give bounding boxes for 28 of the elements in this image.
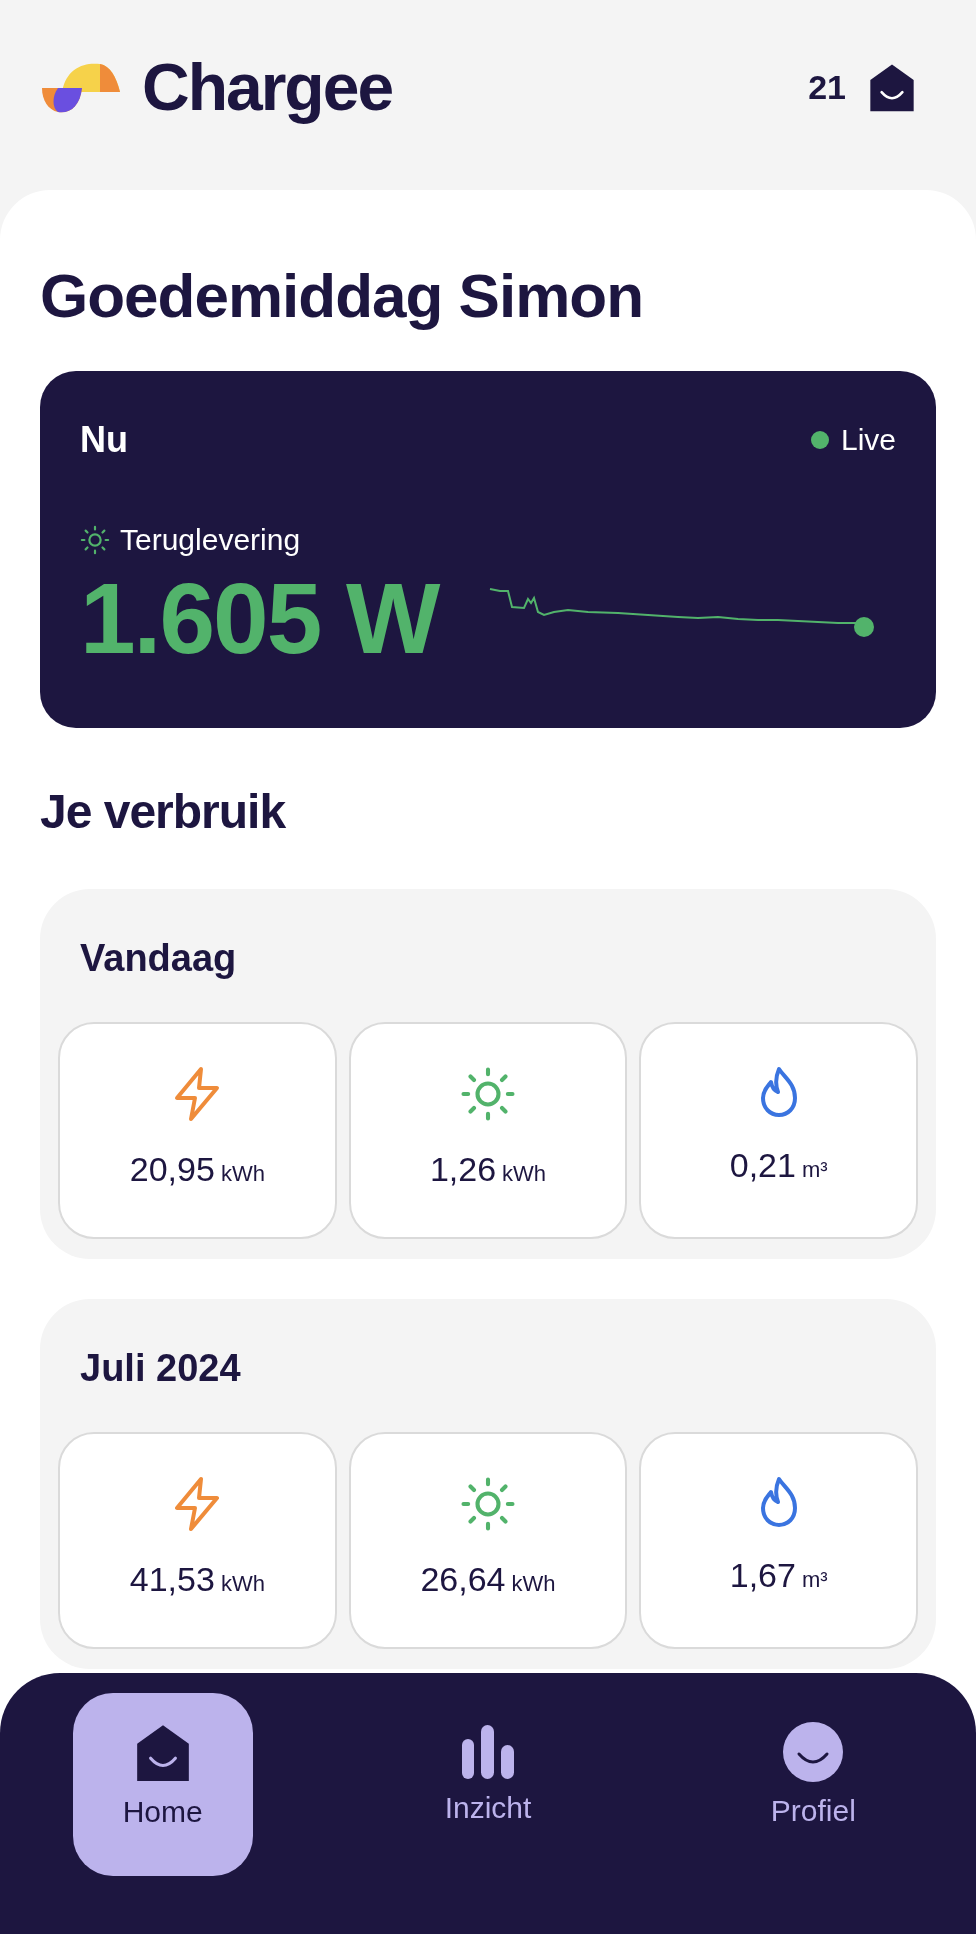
usage-value: 1,67 m³ [729,1556,828,1595]
power-value: 1.605 W [80,561,439,676]
brand-name: Chargee [142,49,393,125]
nav-tab[interactable]: Inzicht [398,1693,578,1876]
sun-icon [80,525,110,555]
sun-icon [460,1066,516,1122]
section-title: Je verbruik [40,784,287,839]
greeting-title: Goedemiddag Simon [40,260,645,331]
live-label: Live [840,423,896,457]
mode-label: Teruglevering [120,523,301,557]
nav-tab[interactable]: Profiel [723,1693,904,1876]
flame-icon [758,1066,799,1118]
home-count: 21 [808,67,846,107]
period-title: Juli 2024 [80,1347,242,1390]
usage-value: 1,26 kWh [429,1150,547,1189]
card-title: Nu [80,419,128,461]
usage-value: 0,21 m³ [729,1146,828,1185]
usage-value: 20,95 kWh [129,1150,265,1189]
usage-value: 26,64 kWh [420,1560,556,1599]
nav-tab[interactable]: Home [72,1693,253,1876]
period-title: Vandaag [80,937,238,980]
flame-icon [758,1476,799,1528]
smiley-icon [783,1721,844,1782]
bar-chart-icon [462,1724,514,1779]
usage-value: 41,53 kWh [129,1560,265,1599]
lightning-icon [173,1476,222,1532]
lightning-icon [173,1066,222,1122]
sun-icon [460,1476,516,1532]
